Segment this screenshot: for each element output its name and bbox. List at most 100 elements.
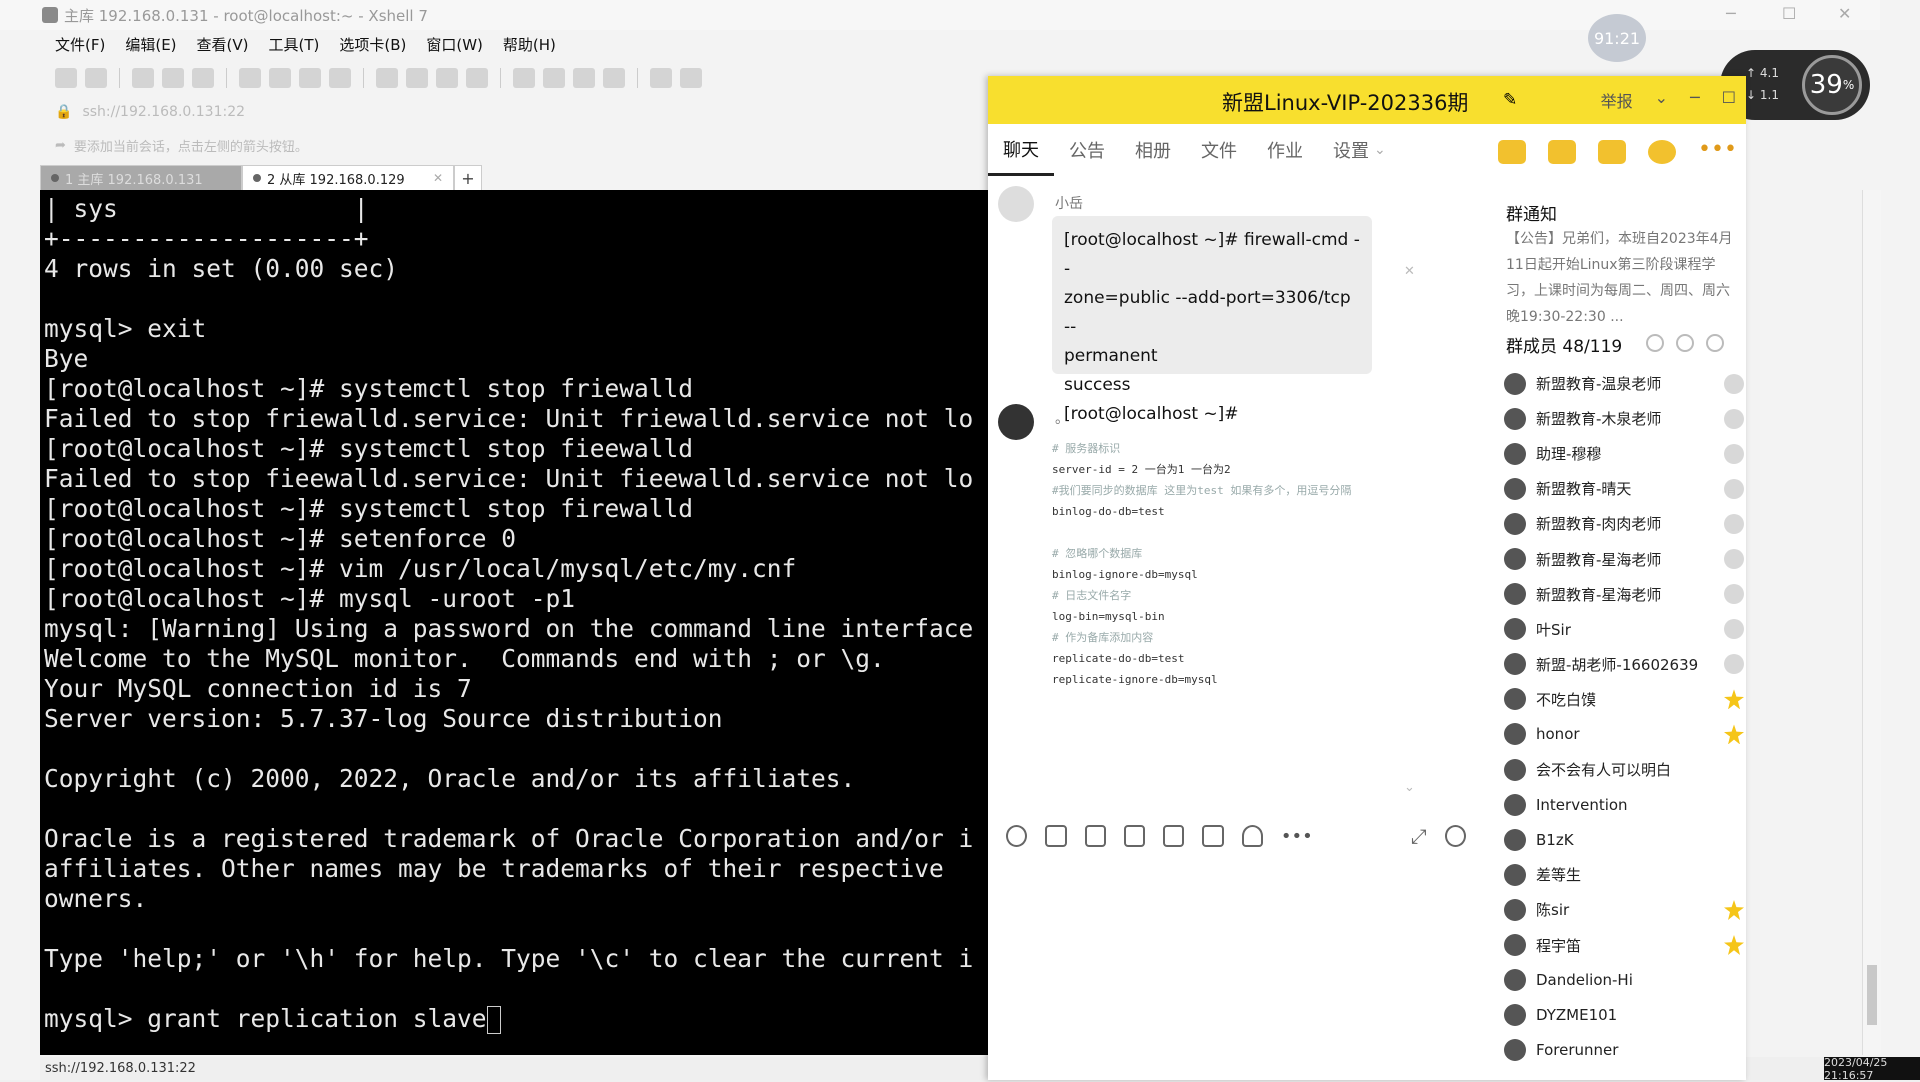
compose-icon[interactable] [543, 68, 565, 88]
history-icon[interactable] [1444, 825, 1466, 847]
bell-icon[interactable] [1241, 825, 1263, 847]
list-item[interactable]: DYZME101 [1504, 998, 1744, 1033]
message-bubble[interactable]: [root@localhost ~]# firewall-cmd -- zone… [1052, 216, 1372, 424]
font-icon[interactable] [329, 68, 351, 88]
minimize-icon[interactable]: ─ [1726, 4, 1736, 23]
record-icon[interactable] [406, 68, 428, 88]
search-icon[interactable] [1706, 334, 1724, 352]
image-icon[interactable] [1202, 825, 1224, 847]
list-item[interactable]: Dandelion-Hi [1504, 963, 1744, 998]
menu-edit[interactable]: 编辑(E) [125, 32, 176, 56]
list-item[interactable]: 程宇笛 [1504, 928, 1744, 963]
add-member-icon[interactable] [1676, 334, 1694, 352]
list-item[interactable]: honor [1504, 717, 1744, 752]
avatar [1504, 793, 1526, 816]
arrow-icon[interactable]: ➦ [55, 138, 66, 153]
fullscreen-icon[interactable] [436, 68, 458, 88]
xftp-icon[interactable] [376, 68, 398, 88]
app-icon[interactable] [1648, 140, 1676, 164]
tab-slave[interactable]: 2 从库 192.168.0.129 ✕ [242, 165, 454, 190]
terminal[interactable]: | sys | +--------------------+ 4 rows in… [40, 190, 990, 1055]
menu-view[interactable]: 查看(V) [197, 32, 249, 56]
hint-text: 要添加当前会话，点击左侧的箭头按钮。 [73, 139, 308, 155]
close-icon[interactable]: ✕ [1838, 4, 1851, 23]
list-item[interactable]: Forerunner [1504, 1033, 1744, 1068]
tab-chat[interactable]: 聊天 [988, 124, 1054, 176]
disconnect-icon[interactable] [162, 68, 184, 88]
recording-timer-bubble[interactable]: 91:21 [1588, 14, 1646, 62]
list-item[interactable]: 助理-穆穆 [1504, 436, 1744, 471]
tab-homework[interactable]: 作业 [1252, 124, 1318, 176]
tab-files[interactable]: 文件 [1186, 124, 1252, 176]
notice-text[interactable]: 【公告】兄弟们，本班自2023年4月11日起开始Linux第三阶段课程学习，上课… [1506, 226, 1742, 330]
video-icon[interactable] [1548, 140, 1576, 164]
expand-icon[interactable]: ⤢ [1411, 824, 1427, 848]
status-dot-icon [51, 174, 59, 182]
folder-icon[interactable] [1123, 825, 1146, 847]
list-item[interactable]: 新盟教育-肉肉老师 [1504, 506, 1744, 541]
list-item[interactable]: 不吃白馍 [1504, 682, 1744, 717]
tab-notice[interactable]: 公告 [1054, 124, 1120, 176]
menu-help[interactable]: 帮助(H) [503, 32, 556, 56]
layout-icon[interactable] [573, 68, 595, 88]
close-tab-icon[interactable]: ✕ [433, 171, 443, 185]
list-item[interactable]: 新盟教育-星海老师 [1504, 577, 1744, 612]
list-item[interactable]: 新盟教育-木泉老师 [1504, 401, 1744, 436]
scroll-down-icon[interactable]: ⌄ [1404, 780, 1415, 795]
close-pane-icon[interactable]: ✕ [1404, 264, 1415, 279]
find-icon[interactable] [239, 68, 261, 88]
list-item[interactable]: 新盟教育-温泉老师 [1504, 366, 1744, 401]
emoji-icon[interactable] [1006, 825, 1028, 847]
globe-icon[interactable] [299, 68, 321, 88]
chevron-down-icon[interactable]: ⌄ [1655, 88, 1668, 112]
menu-tools[interactable]: 工具(T) [269, 32, 320, 56]
list-item[interactable]: 会不会有人可以明白 [1504, 752, 1744, 787]
new-session-icon[interactable] [55, 68, 77, 88]
phone-icon[interactable] [1498, 140, 1526, 164]
list-item[interactable]: 陈sir [1504, 892, 1744, 927]
keyboard-icon[interactable] [513, 68, 535, 88]
refresh-icon[interactable] [1646, 334, 1664, 352]
config-screenshot[interactable]: # 服务器标识 server-id = 2 一台为1 一台为2 #我们要同步的数据库… [1052, 438, 1392, 690]
avatar[interactable] [998, 186, 1034, 222]
chevron-down-icon[interactable]: ⌄ [1374, 142, 1386, 158]
address-bar[interactable]: 🔒 ssh://192.168.0.131:22 [55, 100, 985, 124]
scissors-icon[interactable] [1084, 825, 1106, 847]
gif-icon[interactable] [1045, 825, 1067, 847]
reconnect-icon[interactable] [192, 68, 214, 88]
report-button[interactable]: 举报 [1601, 88, 1633, 112]
message-area[interactable]: 小岳 [root@localhost ~]# firewall-cmd -- z… [988, 176, 1468, 848]
print-icon[interactable] [269, 68, 291, 88]
music-icon[interactable] [1163, 825, 1185, 847]
list-item[interactable]: 叶Sir [1504, 612, 1744, 647]
connect-icon[interactable] [132, 68, 154, 88]
list-item[interactable]: Intervention [1504, 787, 1744, 822]
list-item[interactable]: 差等生 [1504, 857, 1744, 892]
more-icon[interactable]: ••• [1698, 139, 1737, 164]
scrollbar-thumb[interactable] [1867, 965, 1877, 1025]
help-icon[interactable] [650, 68, 672, 88]
edit-icon[interactable]: ✎ [1503, 90, 1517, 110]
list-item[interactable]: 新盟-胡老师-16602639 [1504, 647, 1744, 682]
add-tab-button[interactable]: + [454, 165, 482, 190]
terminal-scrollbar[interactable] [1862, 190, 1881, 1055]
maximize-icon[interactable]: ☐ [1722, 88, 1736, 112]
menu-window[interactable]: 窗口(W) [426, 32, 483, 56]
list-item[interactable]: 新盟教育-晴天 [1504, 471, 1744, 506]
list-item[interactable]: 新盟教育-星海老师 [1504, 541, 1744, 576]
screen-share-icon[interactable] [1598, 140, 1626, 164]
tile-icon[interactable] [603, 68, 625, 88]
menu-tabs[interactable]: 选项卡(B) [339, 32, 406, 56]
minimize-icon[interactable]: ─ [1690, 88, 1700, 112]
list-item[interactable]: B1zK [1504, 822, 1744, 857]
menu-file[interactable]: 文件(F) [55, 32, 105, 56]
maximize-icon[interactable]: ☐ [1782, 4, 1796, 23]
open-folder-icon[interactable] [85, 68, 107, 88]
tab-album[interactable]: 相册 [1120, 124, 1186, 176]
lock-icon[interactable] [466, 68, 488, 88]
avatar[interactable] [998, 404, 1034, 440]
more-icon[interactable]: ••• [1281, 826, 1313, 847]
tab-master[interactable]: 1 主库 192.168.0.131 [40, 165, 242, 190]
avatar [1504, 653, 1526, 676]
chat-icon[interactable] [680, 68, 702, 88]
